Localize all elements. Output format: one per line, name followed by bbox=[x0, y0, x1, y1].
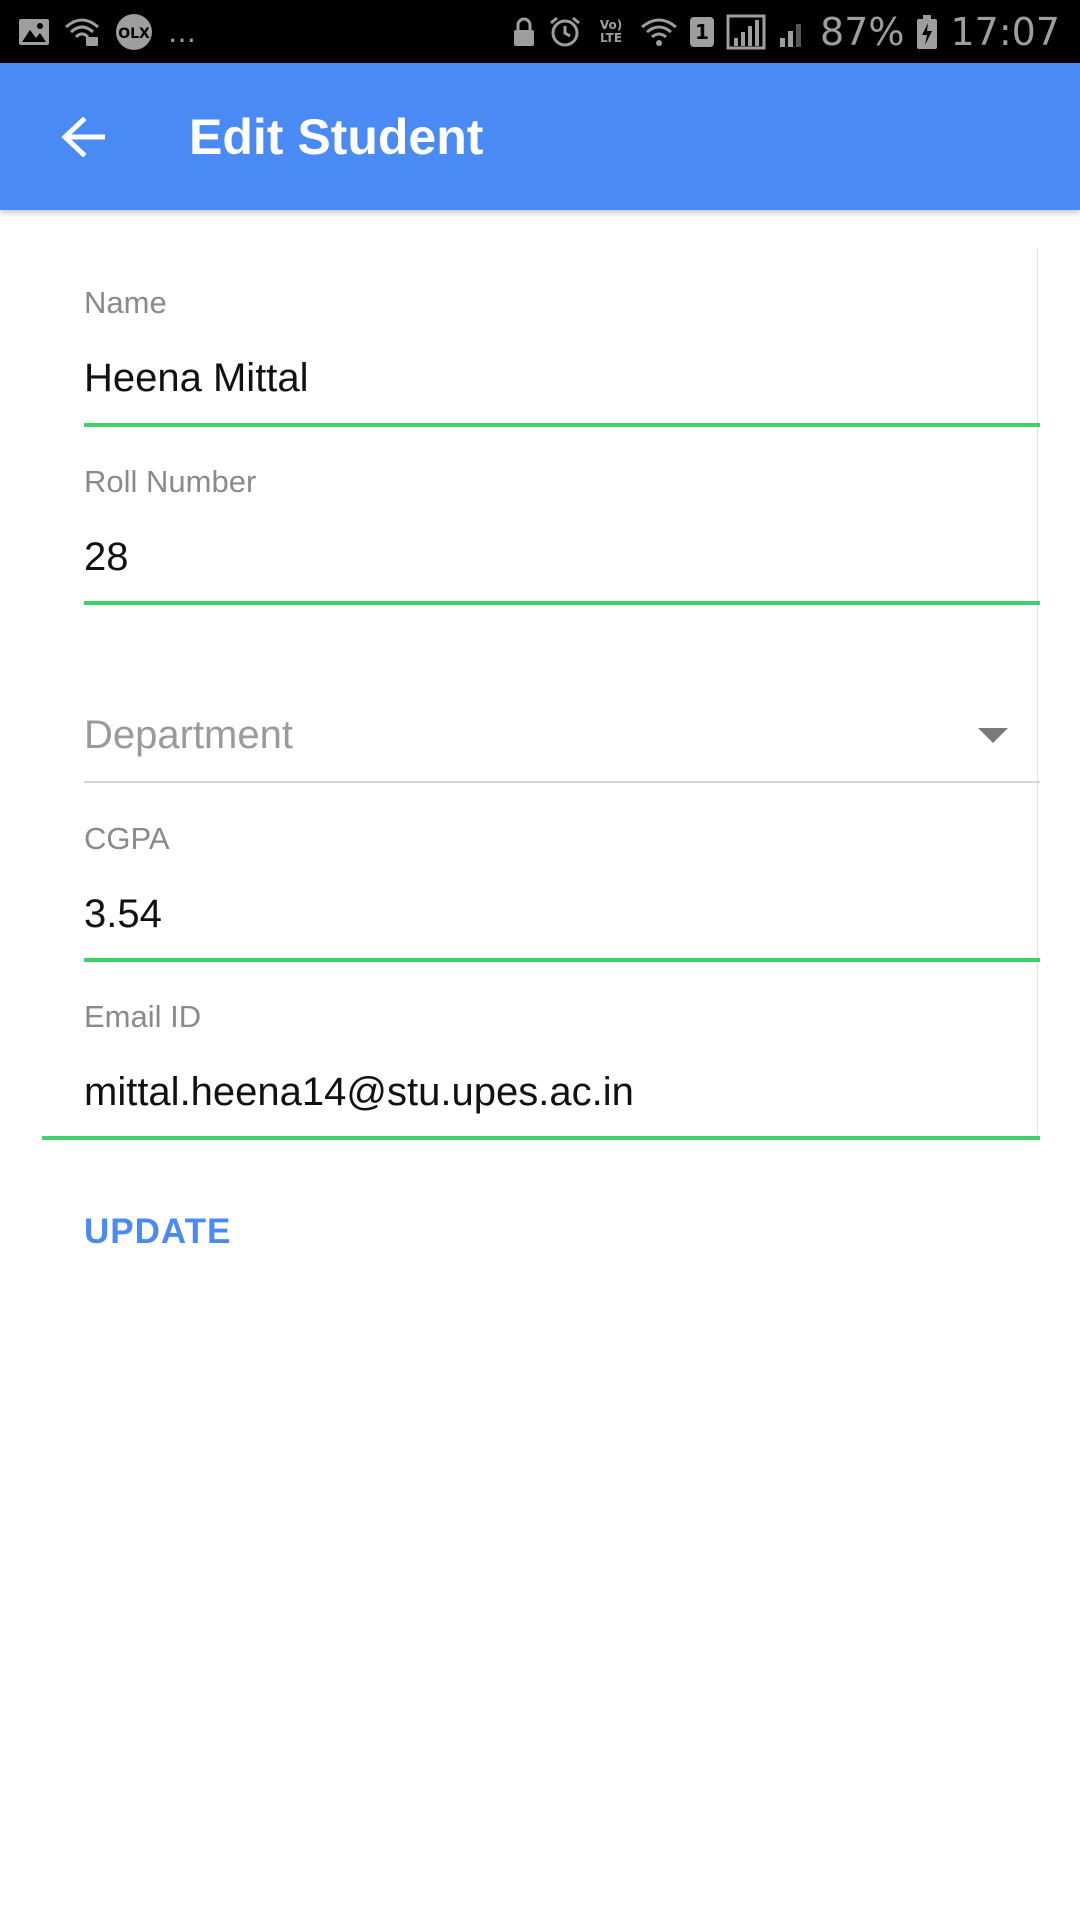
email-input[interactable]: mittal.heena14@stu.upes.ac.in bbox=[84, 1069, 1024, 1115]
status-bar: OLX … Vo) LTE 1 87% 17:07 bbox=[0, 0, 1080, 63]
status-system: Vo) LTE 1 87% 17:07 bbox=[500, 10, 1060, 54]
roll-number-underline bbox=[84, 601, 1040, 605]
update-button[interactable]: UPDATE bbox=[84, 1212, 231, 1252]
cgpa-label: CGPA bbox=[84, 821, 170, 856]
signal-weak-icon bbox=[778, 16, 808, 48]
status-notifications: OLX … bbox=[18, 12, 212, 52]
dropdown-arrow-icon bbox=[978, 728, 1008, 743]
email-underline bbox=[42, 1136, 1040, 1140]
clock: 17:07 bbox=[950, 10, 1060, 54]
alarm-icon bbox=[548, 15, 582, 49]
gallery-icon bbox=[18, 18, 50, 46]
wifi-lock-icon bbox=[64, 17, 100, 47]
email-label: Email ID bbox=[84, 999, 202, 1034]
lock-icon bbox=[512, 16, 536, 48]
olx-icon: OLX bbox=[114, 12, 154, 52]
roll-number-label: Roll Number bbox=[84, 464, 257, 499]
name-label: Name bbox=[84, 285, 167, 320]
cgpa-input[interactable]: 3.54 bbox=[84, 891, 1024, 937]
sim-icon: 1 bbox=[690, 17, 715, 47]
battery-charging-icon bbox=[916, 14, 938, 50]
department-dropdown[interactable]: Department bbox=[84, 700, 1040, 784]
page-title: Edit Student bbox=[189, 109, 484, 165]
name-input[interactable]: Heena Mittal bbox=[84, 355, 1024, 401]
back-button[interactable] bbox=[50, 107, 116, 167]
more-notifications-indicator: … bbox=[168, 15, 198, 49]
svg-text:OLX: OLX bbox=[118, 26, 150, 42]
battery-percent: 87% bbox=[820, 10, 905, 54]
signal-icon bbox=[726, 14, 766, 50]
roll-number-input[interactable]: 28 bbox=[84, 534, 1024, 580]
department-underline bbox=[84, 781, 1040, 783]
arrow-left-icon bbox=[61, 117, 105, 157]
wifi-icon bbox=[640, 17, 678, 47]
volte-icon: Vo) LTE bbox=[599, 18, 623, 45]
name-underline bbox=[84, 423, 1040, 427]
cgpa-underline bbox=[84, 958, 1040, 962]
form-edge-divider bbox=[1037, 248, 1038, 1138]
department-placeholder: Department bbox=[84, 713, 293, 757]
app-bar: Edit Student bbox=[0, 63, 1080, 210]
